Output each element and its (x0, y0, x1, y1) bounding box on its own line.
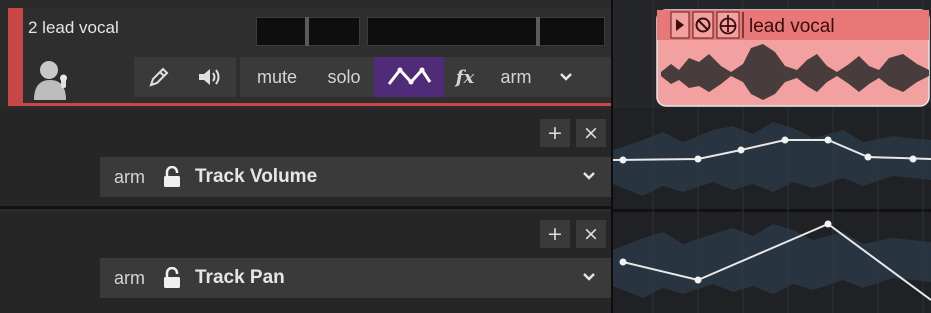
envelope-name: Track Volume (195, 166, 318, 187)
lane-separator (0, 206, 611, 209)
track-state-buttons: mute solo fx arm (240, 57, 611, 97)
close-envelope-button[interactable]: × (576, 220, 606, 248)
envelope-row: arm Track Volume (100, 157, 611, 197)
envelope-arm-button[interactable]: arm (114, 268, 145, 289)
envelope-lane-pan: + × arm Track Pan (0, 212, 611, 313)
chevron-down-icon[interactable] (546, 57, 586, 97)
chevron-down-icon[interactable] (581, 268, 597, 286)
envelope-arm-button[interactable]: arm (114, 167, 145, 188)
solo-button[interactable]: solo (314, 57, 374, 97)
track-tool-buttons (134, 57, 236, 97)
envelope-button[interactable] (374, 57, 444, 97)
pencil-icon[interactable] (134, 57, 184, 97)
close-envelope-button[interactable]: × (576, 119, 606, 147)
arm-button[interactable]: arm (486, 57, 546, 97)
track-color-strip[interactable] (8, 8, 23, 106)
track-meter-right[interactable] (367, 17, 605, 46)
fx-button[interactable]: fx (444, 57, 486, 97)
lock-icon[interactable] (163, 267, 181, 289)
item-name: lead vocal (749, 16, 835, 37)
arrange-view[interactable]: lead vocal (613, 0, 931, 313)
envelope-row: arm Track Pan (100, 258, 611, 298)
add-envelope-button[interactable]: + (540, 220, 570, 248)
track-control-panel: 2 lead vocal mute solo fx arm + × arm Tr… (0, 0, 611, 313)
add-envelope-button[interactable]: + (540, 119, 570, 147)
avatar-icon[interactable] (28, 56, 74, 100)
track-meter-left (256, 17, 360, 46)
mute-button[interactable]: mute (240, 57, 314, 97)
track-header[interactable]: 2 lead vocal mute solo fx arm (8, 8, 611, 106)
speaker-icon[interactable] (184, 57, 236, 97)
envelope-icon (387, 67, 432, 85)
track-color-underline (23, 103, 611, 106)
lock-icon[interactable] (163, 166, 181, 188)
chevron-down-icon[interactable] (581, 167, 597, 185)
envelope-lane-volume: + × arm Track Volume (0, 109, 611, 209)
track-name[interactable]: 2 lead vocal (28, 18, 119, 38)
envelope-name: Track Pan (195, 267, 285, 288)
